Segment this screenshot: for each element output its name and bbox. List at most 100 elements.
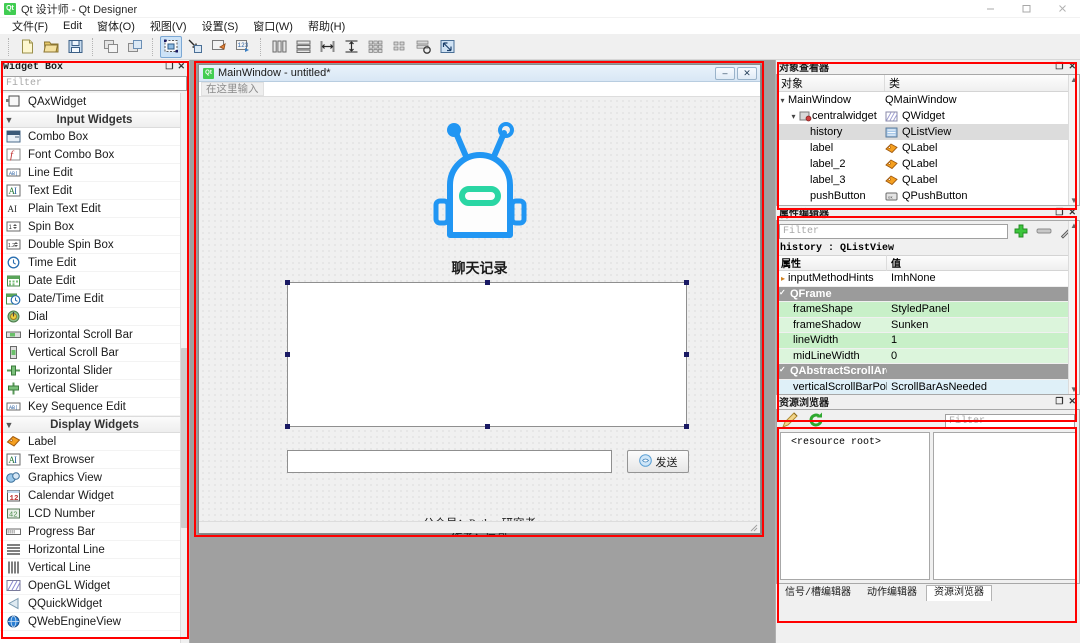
object-inspector-scrollbar[interactable]: ▲ ▼ <box>1068 75 1079 205</box>
widget-item-horizontal-slider[interactable]: Horizontal Slider <box>0 362 189 380</box>
resource-root-label[interactable]: <resource root> <box>791 437 881 448</box>
widget-item-qaxwidget[interactable]: QAxWidget <box>0 93 189 111</box>
table-row[interactable]: history QListView <box>777 124 1079 140</box>
layout-vertically-icon[interactable] <box>292 36 314 58</box>
widget-box-scrollbar[interactable] <box>180 93 189 643</box>
property-editor-scrollbar[interactable]: ▲ ▼ <box>1068 221 1079 394</box>
widget-item-graphics-view[interactable]: Graphics View <box>0 469 189 487</box>
break-layout-icon[interactable] <box>412 36 434 58</box>
widget-item-vertical-line[interactable]: Vertical Line <box>0 559 189 577</box>
menu-edit[interactable]: Edit <box>57 19 88 33</box>
widget-item-qquickwidget[interactable]: QQuickWidget <box>0 595 189 613</box>
widget-item-line-edit[interactable]: AB| Line Edit <box>0 164 189 182</box>
minus-icon[interactable] <box>1034 222 1054 240</box>
menu-view[interactable]: 视图(V) <box>144 17 193 35</box>
form-menubar-placeholder[interactable]: 在这里输入 <box>201 82 264 96</box>
resize-handle-tc[interactable] <box>485 280 490 285</box>
table-row[interactable]: ▾ MainWindow QMainWindow <box>777 92 1079 108</box>
property-filter-input[interactable]: Filter <box>779 223 1008 239</box>
close-icon[interactable]: ✕ <box>177 62 185 72</box>
widget-item-time-edit[interactable]: Time Edit <box>0 254 189 272</box>
resize-handle-br[interactable] <box>684 424 689 429</box>
edit-buddies-icon[interactable] <box>208 36 230 58</box>
layout-form-icon[interactable] <box>388 36 410 58</box>
edit-widgets-icon[interactable] <box>160 35 182 58</box>
table-row[interactable]: label QLabel <box>777 140 1079 156</box>
send-button[interactable]: 发送 <box>627 450 689 473</box>
layout-splitter-h-icon[interactable] <box>316 36 338 58</box>
chevron-down-icon[interactable]: ▾ <box>777 96 788 105</box>
resize-handle-tr[interactable] <box>684 280 689 285</box>
widget-item-horizontal-line[interactable]: Horizontal Line <box>0 541 189 559</box>
widget-item-horizontal-scroll-bar[interactable]: Horizontal Scroll Bar <box>0 326 189 344</box>
maximize-icon[interactable] <box>1008 0 1044 18</box>
chevron-down-icon[interactable]: ▾ <box>788 112 799 121</box>
widget-item-qwebengineview[interactable]: QWebEngineView <box>0 613 189 631</box>
table-row[interactable]: label_3 QLabel <box>777 172 1079 188</box>
edit-tab-order-icon[interactable]: 123 <box>232 36 254 58</box>
plus-icon[interactable] <box>1011 222 1031 240</box>
tab-resource-browser[interactable]: 资源浏览器 <box>926 585 993 601</box>
resize-handle-bc[interactable] <box>485 424 490 429</box>
resize-handle-mr[interactable] <box>684 352 689 357</box>
reload-icon[interactable] <box>807 411 825 432</box>
redo-icon[interactable] <box>124 36 146 58</box>
widget-group-input-widgets[interactable]: ▼ Input Widgets <box>0 111 189 128</box>
adjust-size-icon[interactable] <box>436 36 458 58</box>
scroll-up-arrow[interactable]: ▲ <box>1070 75 1078 84</box>
float-icon[interactable]: ❐ <box>165 62 173 72</box>
table-row[interactable]: label_2 QLabel <box>777 156 1079 172</box>
widget-item-font-combo-box[interactable]: f Font Combo Box <box>0 146 189 164</box>
resize-handle-ml[interactable] <box>285 352 290 357</box>
widget-box-filter-input[interactable]: Filter <box>2 76 187 91</box>
resize-handle-tl[interactable] <box>285 280 290 285</box>
tab-action-editor[interactable]: 动作编辑器 <box>860 586 924 601</box>
table-row[interactable]: frameShape StyledPanel <box>777 302 1079 318</box>
undo-icon[interactable] <box>100 36 122 58</box>
float-icon[interactable]: ❐ <box>1055 397 1063 407</box>
property-value[interactable]: ImhNone <box>887 272 1079 284</box>
widget-item-text-browser[interactable]: AI Text Browser <box>0 451 189 469</box>
message-input[interactable] <box>287 450 612 473</box>
new-form-icon[interactable] <box>16 36 38 58</box>
scroll-up-arrow[interactable]: ▲ <box>1070 221 1078 230</box>
property-group-row[interactable]: QAbstractScrollArea <box>777 364 1079 380</box>
close-icon[interactable]: ✕ <box>1068 62 1076 72</box>
edit-signals-slots-icon[interactable] <box>184 36 206 58</box>
widget-item-combo-box[interactable]: Combo Box <box>0 128 189 146</box>
minimize-icon[interactable] <box>972 0 1008 18</box>
widget-item-double-spin-box[interactable]: 1.2 Double Spin Box <box>0 236 189 254</box>
close-icon[interactable]: ✕ <box>1068 397 1076 407</box>
widget-item-text-edit[interactable]: AI Text Edit <box>0 182 189 200</box>
menu-window[interactable]: 窗口(W) <box>247 17 299 35</box>
property-value[interactable]: ScrollBarAsNeeded <box>887 381 1079 393</box>
widget-item-lcd-number[interactable]: 42 LCD Number <box>0 505 189 523</box>
object-inspector-tree[interactable]: 对象 类 ▾ MainWindow QMainWindow ▾ centralw… <box>776 74 1080 206</box>
open-form-icon[interactable] <box>40 36 62 58</box>
form-menubar[interactable]: 在这里输入 <box>199 82 760 97</box>
property-group-row[interactable]: QFrame <box>777 286 1079 302</box>
property-value[interactable]: 1 <box>887 334 1079 346</box>
pencil-icon[interactable] <box>781 411 799 432</box>
widget-item-progress-bar[interactable]: Progress Bar <box>0 523 189 541</box>
form-minimize-button[interactable]: – <box>715 66 735 80</box>
widget-box-scroll-thumb[interactable] <box>181 348 188 528</box>
menu-form[interactable]: 窗体(O) <box>91 17 141 35</box>
property-value[interactable]: Sunken <box>887 319 1079 331</box>
layout-grid-icon[interactable] <box>364 36 386 58</box>
menu-help[interactable]: 帮助(H) <box>302 17 351 35</box>
scroll-down-arrow[interactable]: ▼ <box>1070 196 1078 205</box>
tab-signal-slot-editor[interactable]: 信号/槽编辑器 <box>778 586 858 601</box>
widget-item-opengl-widget[interactable]: OpenGL Widget <box>0 577 189 595</box>
float-icon[interactable]: ❐ <box>1055 208 1063 218</box>
widget-item-calendar-widget[interactable]: 12 Calendar Widget <box>0 487 189 505</box>
property-value[interactable]: 0 <box>887 350 1079 362</box>
widget-item-dial[interactable]: Dial <box>0 308 189 326</box>
widget-item-vertical-scroll-bar[interactable]: Vertical Scroll Bar <box>0 344 189 362</box>
resize-handle-bl[interactable] <box>285 424 290 429</box>
table-row[interactable]: pushButton ok QPushButton <box>777 188 1079 204</box>
close-icon[interactable] <box>1044 0 1080 18</box>
resource-preview-pane[interactable] <box>933 432 1076 580</box>
table-row[interactable]: inputMethodHints ImhNone <box>777 271 1079 287</box>
property-value[interactable]: StyledPanel <box>887 303 1079 315</box>
